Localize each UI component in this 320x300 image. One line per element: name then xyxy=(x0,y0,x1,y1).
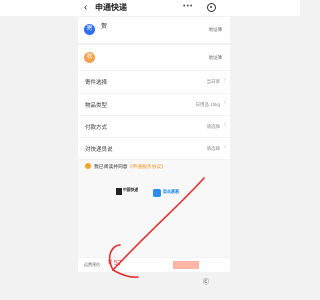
red-annotation-arrow xyxy=(108,177,205,278)
